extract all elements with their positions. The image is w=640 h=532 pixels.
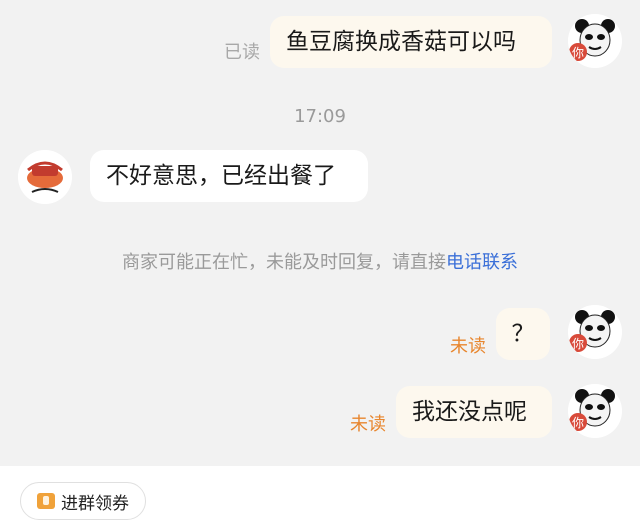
user-avatar[interactable]: 你 — [568, 305, 622, 359]
join-group-label: 进群领券 — [61, 493, 129, 514]
message-bubble[interactable]: 我还没点呢 — [396, 386, 552, 438]
message-bubble[interactable]: 鱼豆腐换成香菇可以吗 — [270, 16, 552, 68]
unread-status: 未读 — [450, 336, 486, 357]
merchant-busy-notice: 商家可能正在忙，未能及时回复，请直接电话联系 — [0, 248, 640, 274]
message-bubble[interactable]: 不好意思，已经出餐了 — [90, 150, 368, 202]
message-bubble[interactable]: ？ — [496, 308, 550, 360]
svg-text:你: 你 — [572, 416, 584, 430]
svg-text:你: 你 — [572, 46, 584, 60]
panda-meme-icon: 你 — [568, 384, 622, 438]
unread-status: 未读 — [350, 414, 386, 435]
user-avatar[interactable]: 你 — [568, 384, 622, 438]
ticket-icon — [37, 493, 55, 509]
read-status: 已读 — [224, 42, 260, 63]
merchant-avatar[interactable] — [18, 150, 72, 204]
chat-area: 已读 鱼豆腐换成香菇可以吗 你 17:09 不好意思，已经出餐了 商家可能正在忙… — [0, 0, 640, 466]
merchant-logo-icon — [18, 150, 72, 204]
panda-meme-icon: 你 — [568, 305, 622, 359]
svg-text:你: 你 — [572, 337, 584, 351]
phone-contact-link[interactable]: 电话联系 — [446, 252, 518, 273]
user-avatar[interactable]: 你 — [568, 14, 622, 68]
panda-meme-icon: 你 — [568, 14, 622, 68]
notice-text: 商家可能正在忙，未能及时回复，请直接 — [122, 252, 446, 273]
time-divider: 17:09 — [294, 106, 346, 127]
join-group-coupon-button[interactable]: 进群领券 — [20, 482, 146, 520]
chat-footer: 进群领券 — [0, 466, 640, 532]
